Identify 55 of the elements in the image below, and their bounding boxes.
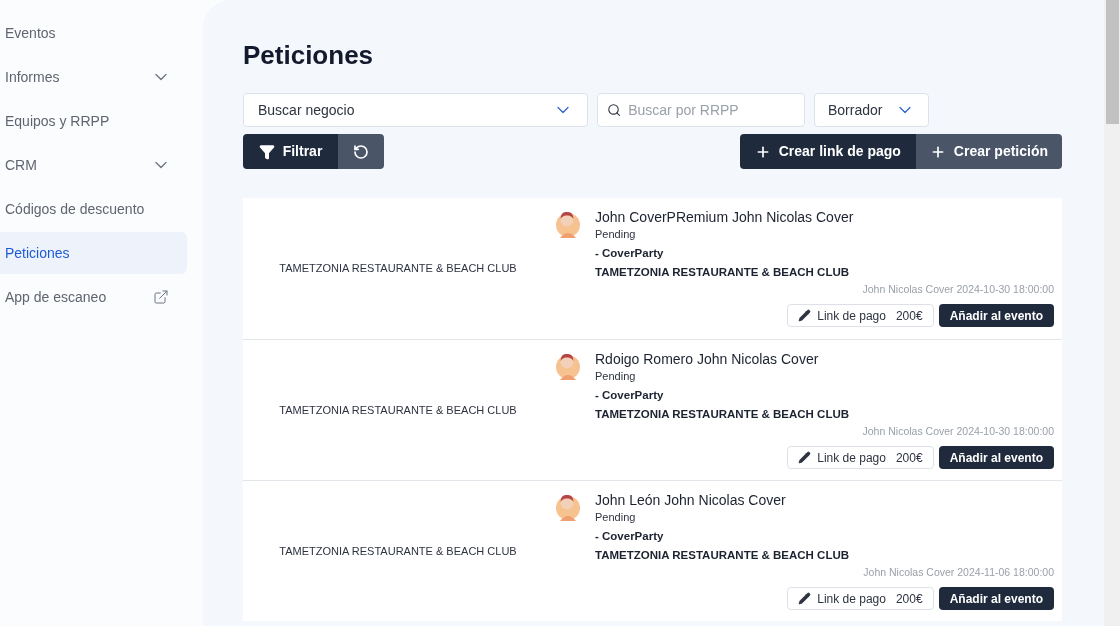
amount: 200€ [895, 449, 923, 467]
author-date: John Nicolas Cover 2024-10-30 18:00:00 [862, 282, 1054, 296]
scrollbar[interactable] [1104, 0, 1120, 626]
payment-link-button[interactable]: Link de pago 200€ [787, 304, 934, 327]
filter-icon [258, 143, 275, 160]
pencil-icon [798, 309, 812, 322]
rrpp-search-input[interactable]: Buscar por RRPP [628, 99, 795, 121]
event-name: - CoverParty [595, 529, 665, 544]
payment-link-button[interactable]: Link de pago 200€ [787, 446, 934, 469]
request-title: Rdoigo Romero John Nicolas Cover [595, 350, 820, 368]
create-payment-link-button[interactable]: Crear link de pago [739, 134, 916, 169]
pencil-icon [798, 451, 812, 464]
reset-icon [353, 143, 369, 160]
status-text: Pending [595, 227, 637, 242]
sidebar-item[interactable]: Peticiones [0, 232, 187, 274]
status-text: Pending [595, 510, 637, 525]
event-name: - CoverParty [595, 246, 665, 261]
rrpp-search-field[interactable]: Buscar por RRPP [597, 93, 805, 127]
reset-button[interactable] [338, 134, 384, 169]
page-title: Peticiones [243, 39, 375, 72]
search-icon [607, 102, 622, 118]
venue-name: TAMETZONIA RESTAURANTE & BEACH CLUB [279, 261, 517, 277]
payment-link-button[interactable]: Link de pago 200€ [787, 587, 934, 610]
sidebar-item[interactable]: Eventos [0, 12, 187, 54]
request-title: John León John Nicolas Cover [595, 491, 787, 509]
author-date: John Nicolas Cover 2024-10-30 18:00:00 [862, 424, 1054, 438]
venue-name: TAMETZONIA RESTAURANTE & BEACH CLUB [279, 543, 517, 559]
link-label: Link de pago [817, 590, 886, 608]
status-text: Pending [595, 369, 637, 384]
link-label: Link de pago [817, 307, 886, 325]
filter-button[interactable]: Filtrar [243, 134, 338, 169]
link-label: Link de pago [817, 449, 886, 467]
author-date: John Nicolas Cover 2024-11-06 18:00:00 [863, 565, 1054, 579]
sidebar-item[interactable]: Códigos de descuento [0, 188, 187, 230]
sidebar-item[interactable]: Informes [0, 56, 187, 98]
venue-name: TAMETZONIA RESTAURANTE & BEACH CLUB [279, 402, 517, 418]
pencil-icon [798, 592, 812, 605]
business-name: TAMETZONIA RESTAURANTE & BEACH CLUB [595, 548, 851, 563]
add-to-event-button[interactable]: Añadir al evento [938, 446, 1054, 469]
business-dropdown[interactable]: Buscar negocio [243, 93, 588, 127]
sidebar-item[interactable]: Equipos y RRPP [0, 100, 187, 142]
scrollbar-thumb[interactable] [1105, 0, 1119, 124]
business-name: TAMETZONIA RESTAURANTE & BEACH CLUB [595, 407, 851, 422]
external-link-icon [153, 289, 169, 305]
sidebar-item[interactable]: App de escaneo [0, 276, 187, 318]
event-name: - CoverParty [595, 388, 665, 403]
status-dropdown[interactable]: Borrador [814, 93, 929, 127]
amount: 200€ [895, 307, 923, 325]
request-title: John CoverPRemium John Nicolas Cover [595, 208, 855, 226]
sidebar-item[interactable]: CRM [0, 144, 187, 186]
amount: 200€ [895, 590, 923, 608]
add-to-event-button[interactable]: Añadir al evento [938, 304, 1054, 327]
add-to-event-button[interactable]: Añadir al evento [938, 587, 1054, 610]
create-request-button[interactable]: Crear petición [915, 134, 1062, 169]
business-name: TAMETZONIA RESTAURANTE & BEACH CLUB [595, 265, 851, 280]
